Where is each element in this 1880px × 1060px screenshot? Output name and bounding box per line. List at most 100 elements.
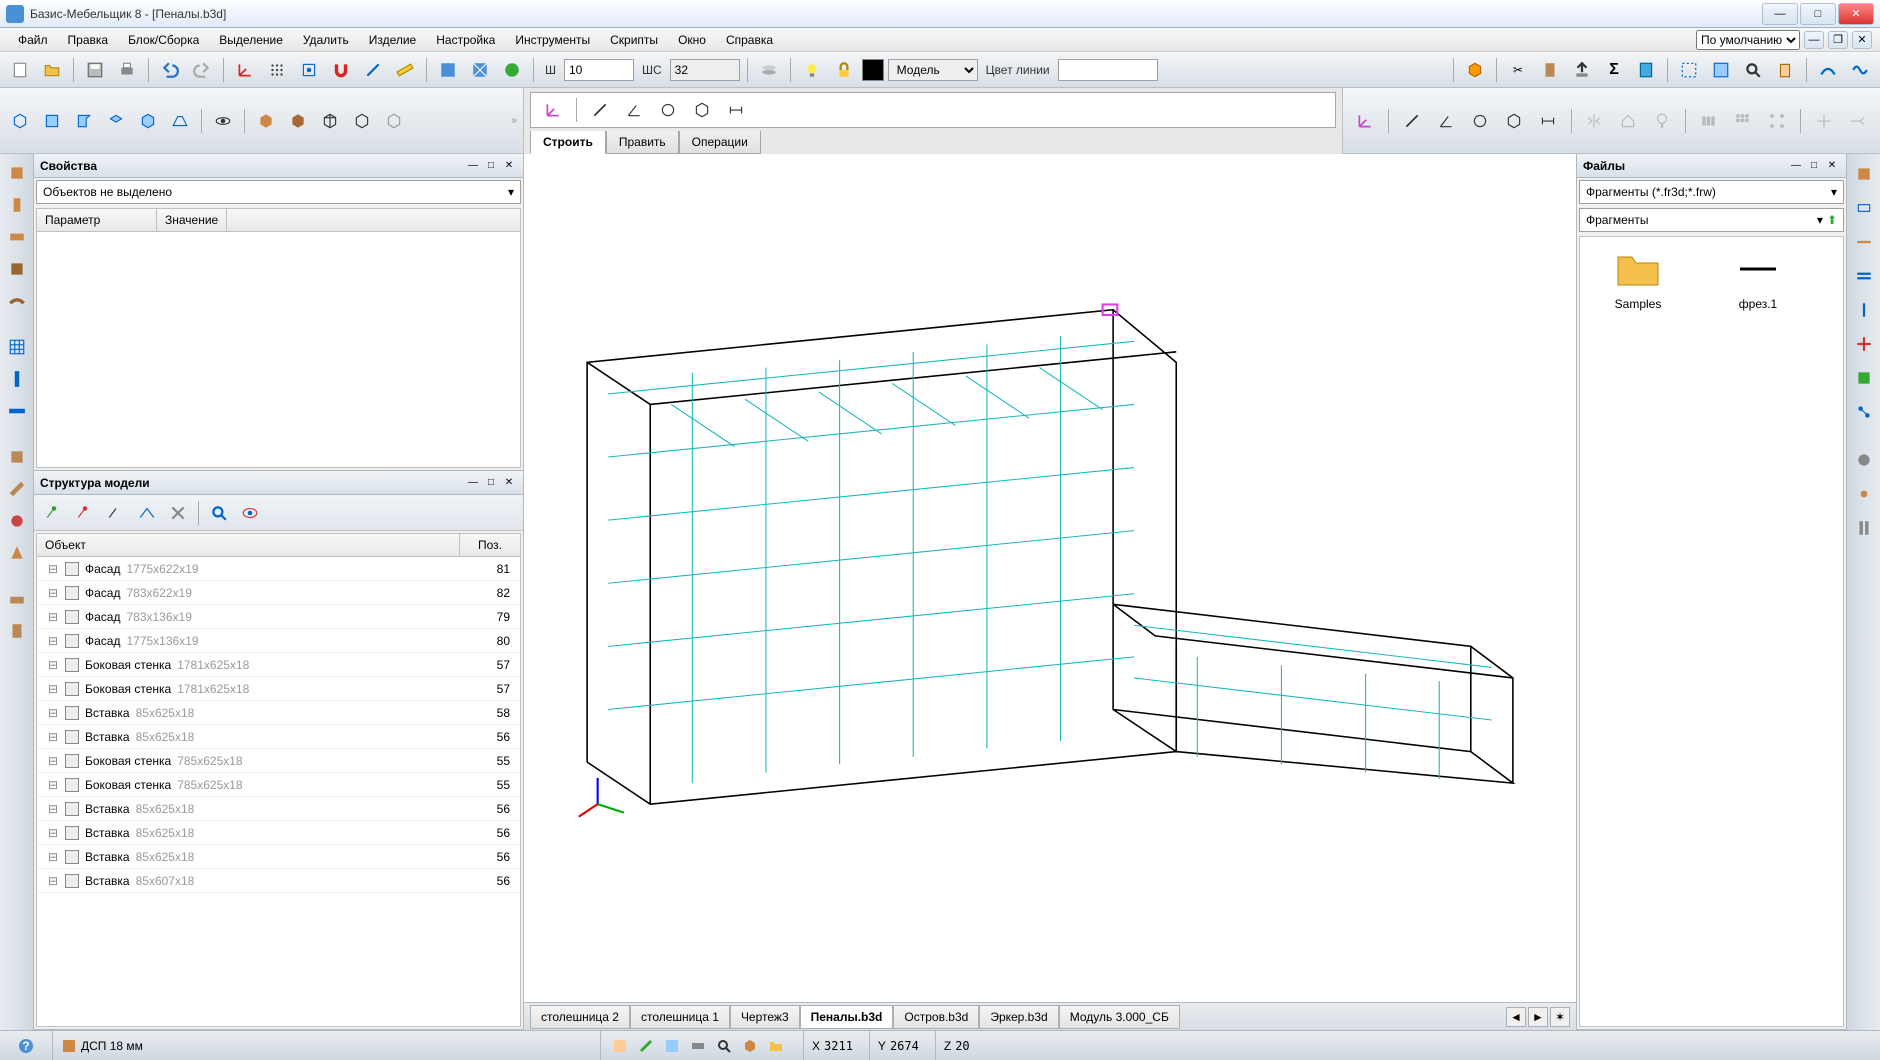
angle2-icon[interactable] — [1432, 107, 1460, 135]
angle-icon[interactable] — [620, 96, 648, 124]
status-folder-icon[interactable] — [765, 1035, 787, 1057]
menu-5[interactable]: Изделие — [359, 30, 427, 50]
menu-7[interactable]: Инструменты — [505, 30, 600, 50]
wire2-icon[interactable] — [348, 107, 376, 135]
structure-row[interactable]: ⊟Фасад1775x136x1980 — [37, 629, 520, 653]
doc-tab-1[interactable]: столешница 1 — [630, 1005, 730, 1029]
close-button[interactable]: ✕ — [1838, 3, 1874, 25]
mdi-minimize-button[interactable]: — — [1804, 31, 1824, 49]
r-sphere-icon[interactable] — [1850, 446, 1878, 474]
wire1-icon[interactable] — [316, 107, 344, 135]
house-icon[interactable] — [1614, 107, 1642, 135]
panel4-icon[interactable] — [4, 256, 30, 282]
ortho-icon[interactable] — [359, 56, 387, 84]
properties-selector[interactable]: Объектов не выделено ▾ — [36, 180, 521, 204]
cabinet-icon[interactable] — [4, 618, 30, 644]
axis-icon[interactable] — [231, 56, 259, 84]
edit-node-icon[interactable] — [102, 499, 130, 527]
select-all-icon[interactable] — [1707, 56, 1735, 84]
render3-icon[interactable] — [498, 56, 526, 84]
ruler-h-icon[interactable] — [4, 398, 30, 424]
sphere-icon[interactable] — [4, 508, 30, 534]
grid-tool-icon[interactable] — [4, 334, 30, 360]
render2-icon[interactable] — [466, 56, 494, 84]
find-icon[interactable] — [205, 499, 233, 527]
panel2-icon[interactable] — [4, 192, 30, 218]
grid-icon[interactable] — [263, 56, 291, 84]
menu-1[interactable]: Правка — [58, 30, 119, 50]
menu-9[interactable]: Окно — [668, 30, 716, 50]
ruler-v-icon[interactable] — [4, 366, 30, 392]
curve-icon[interactable] — [1814, 56, 1842, 84]
status-box-icon[interactable] — [739, 1035, 761, 1057]
cone-icon[interactable] — [4, 540, 30, 566]
r-shelf-icon[interactable] — [1850, 228, 1878, 256]
panel-maximize-button[interactable]: □ — [483, 158, 499, 174]
panel-minimize-button[interactable]: — — [465, 158, 481, 174]
calc-icon[interactable] — [1632, 56, 1660, 84]
remove-node-icon[interactable] — [71, 499, 99, 527]
door-icon[interactable] — [1536, 56, 1564, 84]
status-btn2-icon[interactable] — [635, 1035, 657, 1057]
array3-icon[interactable] — [1763, 107, 1791, 135]
menu-2[interactable]: Блок/Сборка — [118, 30, 209, 50]
r-shelf2-icon[interactable] — [1850, 262, 1878, 290]
build-tab-0[interactable]: Строить — [530, 131, 606, 154]
select-rect-icon[interactable] — [1675, 56, 1703, 84]
structure-list[interactable]: Объект Поз. ⊟Фасад1775x622x1981⊟Фасад783… — [36, 533, 521, 1027]
snap-icon[interactable] — [295, 56, 323, 84]
tree-icon-tool[interactable] — [1648, 107, 1676, 135]
maximize-button[interactable]: □ — [1800, 3, 1836, 25]
view-top-icon[interactable] — [102, 107, 130, 135]
drawer-icon[interactable] — [4, 586, 30, 612]
lock-icon[interactable] — [830, 56, 858, 84]
layout-preset-combo[interactable]: По умолчанию — [1696, 30, 1800, 50]
panel-maximize-button[interactable]: □ — [483, 475, 499, 491]
panel-close-button[interactable]: ✕ — [501, 158, 517, 174]
menu-4[interactable]: Удалить — [293, 30, 359, 50]
menu-10[interactable]: Справка — [716, 30, 783, 50]
structure-row[interactable]: ⊟Боковая стенка785x625x1855 — [37, 749, 520, 773]
up-folder-icon[interactable]: ⬆ — [1827, 213, 1837, 227]
trim-icon[interactable] — [1810, 107, 1838, 135]
status-btn1-icon[interactable] — [609, 1035, 631, 1057]
structure-row[interactable]: ⊟Фасад783x136x1979 — [37, 605, 520, 629]
doc-tab-3[interactable]: Пеналы.b3d — [800, 1005, 894, 1029]
build-tab-2[interactable]: Операции — [679, 131, 761, 154]
doc-tab-2[interactable]: Чертеж3 — [730, 1005, 800, 1029]
tab-next-button[interactable]: ► — [1528, 1007, 1548, 1027]
hardware1-icon[interactable] — [4, 444, 30, 470]
structure-row[interactable]: ⊟Вставка85x625x1856 — [37, 797, 520, 821]
tools-icon[interactable] — [164, 499, 192, 527]
extrude-icon[interactable] — [1568, 56, 1596, 84]
line-icon[interactable] — [586, 96, 614, 124]
hexagon-icon[interactable] — [688, 96, 716, 124]
tab-prev-button[interactable]: ◄ — [1506, 1007, 1526, 1027]
magnet-icon[interactable] — [327, 56, 355, 84]
status-btn4-icon[interactable] — [687, 1035, 709, 1057]
panel-maximize-button[interactable]: □ — [1806, 158, 1822, 174]
file-item[interactable]: Samples — [1588, 245, 1688, 311]
width-input[interactable] — [564, 59, 634, 81]
doc-tab-4[interactable]: Остров.b3d — [893, 1005, 979, 1029]
view-persp-icon[interactable] — [166, 107, 194, 135]
render1-icon[interactable] — [434, 56, 462, 84]
structure-row[interactable]: ⊟Боковая стенка785x625x1855 — [37, 773, 520, 797]
view-iso1-icon[interactable] — [6, 107, 34, 135]
r-connect-icon[interactable] — [1850, 398, 1878, 426]
zoom-icon[interactable] — [1739, 56, 1767, 84]
doc-tab-5[interactable]: Эркер.b3d — [979, 1005, 1058, 1029]
model-canvas[interactable] — [524, 154, 1576, 1002]
help-icon[interactable]: ? — [16, 1036, 36, 1056]
box-tool-icon[interactable] — [1461, 56, 1489, 84]
panel-minimize-button[interactable]: — — [465, 475, 481, 491]
menu-8[interactable]: Скрипты — [600, 30, 668, 50]
r-hinge-icon[interactable] — [1850, 514, 1878, 542]
structure-row[interactable]: ⊟Боковая стенка1781x625x1857 — [37, 677, 520, 701]
print-icon[interactable] — [113, 56, 141, 84]
structure-row[interactable]: ⊟Вставка85x625x1856 — [37, 725, 520, 749]
hardware2-icon[interactable] — [4, 476, 30, 502]
open-icon[interactable] — [38, 56, 66, 84]
undo-icon[interactable] — [156, 56, 184, 84]
structure-row[interactable]: ⊟Вставка85x625x1858 — [37, 701, 520, 725]
